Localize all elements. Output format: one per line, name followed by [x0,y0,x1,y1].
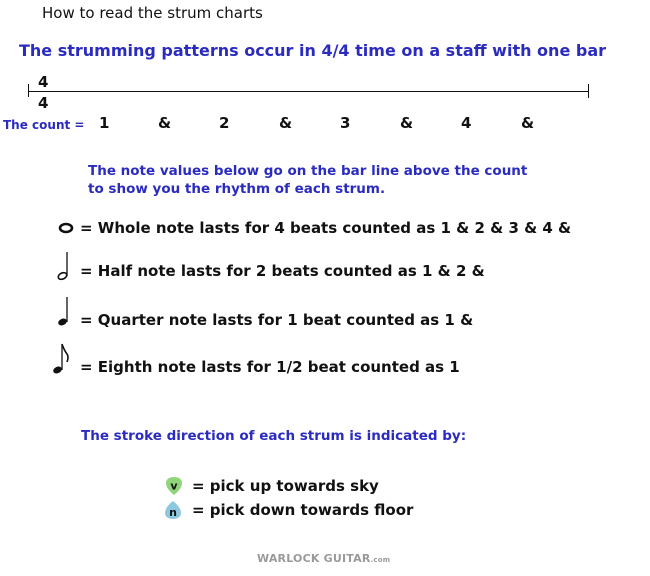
pick-down-glyph: n [169,506,177,519]
note-legend-item: = Whole note lasts for 4 beats counted a… [80,219,572,237]
stroke-legend-item: = pick up towards sky [192,477,379,495]
count-beat: 4 [461,114,472,132]
count-beat: 2 [219,114,230,132]
eighth-note-icon [53,343,69,374]
logo-suffix: .com [370,556,391,564]
count-beat: 1 [99,114,110,132]
count-beat: 3 [340,114,351,132]
count-beat: & [521,114,535,132]
time-signature-bottom: 4 [38,94,49,112]
pick-up-glyph: v [170,480,178,493]
stroke-direction-intro: The stroke direction of each strum is in… [81,428,467,444]
stroke-legend-item: = pick down towards floor [192,501,414,519]
note-legend-item: = Eighth note lasts for 1/2 beat counted… [80,358,460,376]
count-beat: & [158,114,172,132]
logo-text: WARLOCK GUITAR [257,552,371,565]
note-values-intro: The note values below go on the bar line… [88,162,527,198]
warlock-guitar-logo: WARLOCK GUITAR.com [257,552,390,565]
count-beat: & [400,114,414,132]
time-signature-top: 4 [38,73,49,91]
pick-up-icon: v [166,477,182,495]
pick-down-icon: n [165,501,181,519]
note-legend-item: = Half note lasts for 2 beats counted as… [80,262,485,280]
staff-right-barline [588,84,589,98]
page-title: How to read the strum charts [42,4,263,22]
quarter-note-icon [58,297,68,326]
staff-description: The strumming patterns occur in 4/4 time… [19,41,606,60]
whole-note-icon [58,222,74,234]
staff-line [29,91,589,92]
note-values-intro-line: The note values below go on the bar line… [88,163,528,179]
count-label: The count = [3,118,85,132]
count-beat: & [279,114,293,132]
half-note-icon [57,252,68,281]
note-values-intro-line: to show you the rhythm of each strum. [88,181,386,197]
note-legend-item: = Quarter note lasts for 1 beat counted … [80,311,474,329]
